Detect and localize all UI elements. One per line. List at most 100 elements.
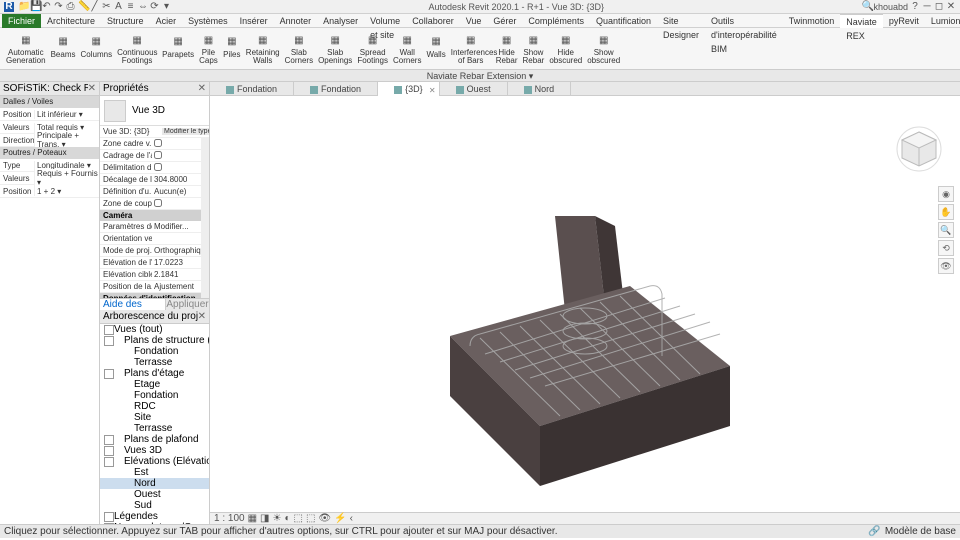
ribbon-showo-button[interactable]: ▦Showobscured (585, 30, 622, 67)
tree-node[interactable]: Est (100, 467, 209, 478)
ribbon-tab-twinmotion[interactable]: Twinmotion (783, 14, 841, 28)
ribbon-hideo-button[interactable]: ▦Hideobscured (547, 30, 584, 67)
ribbon-tab-naviaterex[interactable]: Naviate REX (840, 14, 883, 28)
nav-fullwheel-icon[interactable]: ◉ (938, 186, 954, 202)
property-row[interactable]: Elévation cible2.1841 (100, 269, 209, 281)
ribbon-tab-pyrevit[interactable]: pyRevit (883, 14, 925, 28)
ribbon-tab-quantification[interactable]: Quantification (590, 14, 657, 28)
tree-node[interactable]: Site (100, 412, 209, 423)
sofistik-row[interactable]: ValeursRequis + Fournis ▾ (0, 172, 99, 185)
tree-node[interactable]: Fondation (100, 390, 209, 401)
tree-node[interactable]: Plans d'étage (100, 368, 209, 379)
vc-render-icon[interactable]: ⬚ (294, 513, 303, 524)
tree-node[interactable]: Elévations (Elévation de const (100, 456, 209, 467)
ribbon-col-button[interactable]: ▦Columns (79, 30, 115, 67)
ribbon-piles-button[interactable]: ▦Piles (221, 30, 243, 67)
tree-node[interactable]: Vues (tout) (100, 324, 209, 335)
vc-crop-icon[interactable]: ⬚ (306, 513, 315, 524)
qat-save-icon[interactable]: 💾 (30, 2, 39, 11)
properties-help-link[interactable]: Aide des propriétés (100, 299, 165, 310)
view-scale[interactable]: 1 : 100 (214, 513, 245, 524)
project-browser-close-icon[interactable]: ✕ (198, 311, 206, 322)
minimize-icon[interactable]: ─ (922, 2, 932, 12)
qat-open-icon[interactable]: 📁 (18, 2, 27, 11)
sofistik-row[interactable]: DirectionPrincipale + Trans. ▾ (0, 134, 99, 147)
ribbon-para-button[interactable]: ▦Parapets (160, 30, 196, 67)
sofistik-section-dalles[interactable]: Dalles / Voiles (0, 96, 99, 108)
property-row[interactable]: Délimitation d.. (100, 162, 209, 174)
property-row[interactable]: Définition d'u..Aucun(e) (100, 186, 209, 198)
vc-hide-icon[interactable]: 👁 (318, 513, 331, 524)
property-row[interactable]: Décalage de l..304.8000 (100, 174, 209, 186)
tree-node[interactable]: Plans de structure (Plan struc (100, 335, 209, 346)
property-row[interactable]: Position de la..Ajustement (100, 281, 209, 293)
property-row[interactable]: Mode de proj..Orthographique (100, 245, 209, 257)
ribbon-tab-structure[interactable]: Structure (101, 14, 150, 28)
apply-button[interactable]: Appliquer (165, 299, 209, 310)
props-section-camera[interactable]: Caméra (100, 210, 209, 221)
maximize-icon[interactable]: ◻ (934, 2, 944, 12)
ribbon-interf-button[interactable]: ▦Interferencesof Bars (449, 30, 493, 67)
ribbon-tab-outilsdinteroprabilitbim[interactable]: Outils d'interopérabilité BIM (705, 14, 783, 28)
status-model-label[interactable]: Modèle de base (885, 526, 956, 537)
properties-instance-selector[interactable]: Vue 3D: {3D} Modifier le type (100, 126, 209, 138)
properties-scrollbar[interactable] (201, 138, 209, 298)
vc-style-icon[interactable]: ◨ (260, 513, 269, 524)
doc-tab[interactable]: Nord (508, 82, 572, 96)
doc-tab[interactable]: Ouest (440, 82, 508, 96)
qat-sync-icon[interactable]: ⟳ (150, 2, 159, 11)
ribbon-retain-button[interactable]: ▦RetainingWalls (244, 30, 282, 67)
file-tab[interactable]: Fichier (2, 14, 41, 28)
ribbon-show-button[interactable]: ▦ShowRebar (521, 30, 547, 67)
tree-node[interactable]: Terrasse (100, 357, 209, 368)
properties-close-icon[interactable]: ✕ (198, 83, 206, 94)
status-link-icon[interactable]: 🔗 (868, 526, 880, 537)
props-section-id[interactable]: Données d'identification (100, 293, 209, 298)
view-cube[interactable] (896, 126, 942, 172)
sofistik-row[interactable]: Position1 + 2 ▾ (0, 185, 99, 198)
ribbon-cfoot-button[interactable]: ▦ContinuousFootings (115, 30, 159, 67)
nav-look-icon[interactable]: 👁 (938, 258, 954, 274)
ribbon-tab-architecture[interactable]: Architecture (41, 14, 101, 28)
vc-more-icon[interactable]: ‹ (350, 513, 353, 524)
ribbon-slabo-button[interactable]: ▦SlabOpenings (316, 30, 354, 67)
ribbon-spread-button[interactable]: ▦SpreadFootings (355, 30, 390, 67)
ribbon-tab-vue[interactable]: Vue (460, 14, 488, 28)
qat-print-icon[interactable]: ⎙ (66, 2, 75, 11)
qat-dim-icon[interactable]: ⇔ (138, 2, 147, 11)
doc-tab[interactable]: Fondation (294, 82, 378, 96)
qat-text-icon[interactable]: ≡ (126, 2, 135, 11)
tree-node[interactable]: Fondation (100, 346, 209, 357)
help-icon[interactable]: ? (910, 2, 920, 12)
tree-node[interactable]: Nord (100, 478, 209, 489)
ribbon-tab-complments[interactable]: Compléments (522, 14, 590, 28)
tree-node[interactable]: Sud (100, 500, 209, 511)
property-row[interactable]: Zone de coupe (100, 198, 209, 210)
doc-tab[interactable]: Fondation (210, 82, 294, 96)
edit-type-button[interactable]: Modifier le type (162, 128, 209, 135)
project-browser-tree[interactable]: Vues (tout)Plans de structure (Plan stru… (100, 324, 209, 524)
vc-shadow-icon[interactable]: ◐ (284, 513, 290, 524)
ribbon-beam-button[interactable]: ▦Beams (49, 30, 78, 67)
ribbon-tab-volumeetsite[interactable]: Volume et site (364, 14, 406, 28)
tree-node[interactable]: Terrasse (100, 423, 209, 434)
nav-orbit-icon[interactable]: ⟲ (938, 240, 954, 256)
tree-node[interactable]: Légendes (100, 511, 209, 522)
close-icon[interactable]: ✕ (946, 2, 956, 12)
ribbon-pile-button[interactable]: ▦PileCaps (197, 30, 220, 67)
ribbon-tab-systmes[interactable]: Systèmes (182, 14, 234, 28)
tree-node[interactable]: Plans de plafond (100, 434, 209, 445)
qat-drop-icon[interactable]: ▾ (162, 2, 171, 11)
nav-zoom-icon[interactable]: 🔍 (938, 222, 954, 238)
qat-thin-icon[interactable]: ╱ (90, 2, 99, 11)
search-icon[interactable]: 🔍 (861, 2, 871, 12)
ribbon-tab-annoter[interactable]: Annoter (274, 14, 318, 28)
doc-tab[interactable]: {3D}✕ (378, 82, 440, 96)
property-row[interactable]: Orientation ve.. (100, 233, 209, 245)
user-label[interactable]: khouabd (873, 2, 908, 12)
ribbon-slabc-button[interactable]: ▦SlabCorners (283, 30, 315, 67)
ribbon-tab-lumion[interactable]: Lumion® (925, 14, 960, 28)
ribbon-tab-collaborer[interactable]: Collaborer (406, 14, 460, 28)
ribbon-tab-sitedesigner[interactable]: Site Designer (657, 14, 705, 28)
qat-measure-icon[interactable]: 📏 (78, 2, 87, 11)
